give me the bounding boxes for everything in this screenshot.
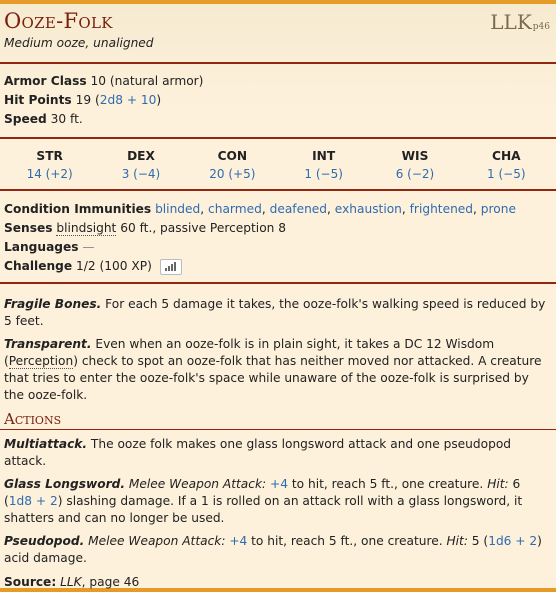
damage-dice-roll[interactable]: 1d6 + 2 bbox=[488, 534, 537, 548]
speed-label: Speed bbox=[4, 112, 47, 126]
condition-link[interactable]: exhaustion bbox=[335, 202, 402, 216]
ability-score-roll[interactable]: 3 (−4) bbox=[95, 165, 186, 183]
source-badge[interactable]: LLK p46 bbox=[490, 10, 550, 34]
bar-chart-icon[interactable] bbox=[159, 258, 182, 275]
ability-str: STR 14 (+2) bbox=[4, 147, 95, 183]
source-page: p46 bbox=[532, 22, 550, 32]
attack-type: Melee Weapon Attack: bbox=[128, 477, 267, 491]
ac-value: 10 (natural armor) bbox=[90, 74, 204, 88]
attack-type: Melee Weapon Attack: bbox=[88, 534, 226, 548]
ability-score-roll[interactable]: 6 (−2) bbox=[369, 165, 460, 183]
hit-rest: ) slashing damage. If a 1 is rolled on a… bbox=[4, 494, 523, 525]
ability-score-roll[interactable]: 1 (−5) bbox=[278, 165, 369, 183]
trait-name: Transparent. bbox=[4, 337, 92, 351]
ability-cha: CHA 1 (−5) bbox=[461, 147, 552, 183]
damage-dice-roll[interactable]: 1d8 + 2 bbox=[9, 494, 58, 508]
challenge-label: Challenge bbox=[4, 259, 73, 273]
condition-link[interactable]: frightened bbox=[410, 202, 473, 216]
attack-bonus-roll[interactable]: +4 bbox=[270, 477, 288, 491]
languages-row: Languages — bbox=[4, 238, 552, 257]
trait-name: Fragile Bones. bbox=[4, 297, 102, 311]
ability-name: CON bbox=[217, 149, 248, 163]
ability-name: DEX bbox=[127, 149, 155, 163]
condition-link[interactable]: charmed bbox=[208, 202, 262, 216]
source-label: Source: bbox=[4, 575, 57, 589]
attack-bonus-roll[interactable]: +4 bbox=[229, 534, 247, 548]
trait-transparent: Transparent. Even when an ooze-folk is i… bbox=[4, 336, 552, 404]
senses-row: Senses blindsight 60 ft., passive Percep… bbox=[4, 219, 552, 238]
senses-label: Senses bbox=[4, 221, 53, 235]
ability-name: CHA bbox=[492, 149, 521, 163]
condition-link[interactable]: deafened bbox=[270, 202, 327, 216]
action-name: Pseudopod. bbox=[4, 534, 85, 548]
actions-block: Multiattack. The ooze folk makes one gla… bbox=[0, 430, 556, 592]
attack-reach: to hit, reach 5 ft., one creature. bbox=[251, 534, 443, 548]
ability-con: CON 20 (+5) bbox=[187, 147, 278, 183]
action-name: Glass Longsword. bbox=[4, 477, 125, 491]
condition-immunities-row: Condition Immunities blinded, charmed, d… bbox=[4, 202, 516, 216]
source-footer: Source: LLK, page 46 bbox=[4, 573, 552, 592]
armor-class-row: Armor Class 10 (natural armor) bbox=[4, 72, 552, 91]
ability-score-roll[interactable]: 14 (+2) bbox=[4, 165, 95, 183]
ability-wis: WIS 6 (−2) bbox=[369, 147, 460, 183]
ac-label: Armor Class bbox=[4, 74, 87, 88]
statblock: Ooze-Folk Medium ooze, unaligned LLK p46… bbox=[0, 0, 556, 592]
ability-score-roll[interactable]: 20 (+5) bbox=[187, 165, 278, 183]
actions-heading: Actions bbox=[0, 410, 556, 430]
action-name: Multiattack. bbox=[4, 437, 88, 451]
condition-link[interactable]: prone bbox=[481, 202, 516, 216]
source-rest: , page 46 bbox=[81, 575, 140, 589]
hit-label: Hit: bbox=[446, 534, 468, 548]
languages-label: Languages bbox=[4, 240, 79, 254]
action-pseudopod: Pseudopod. Melee Weapon Attack: +4 to hi… bbox=[4, 533, 552, 567]
traits-block: Fragile Bones. For each 5 damage it take… bbox=[0, 284, 556, 404]
statblock-header: Ooze-Folk Medium ooze, unaligned LLK p46 bbox=[0, 4, 556, 62]
ability-int: INT 1 (−5) bbox=[278, 147, 369, 183]
basics-block: Armor Class 10 (natural armor) Hit Point… bbox=[0, 64, 556, 137]
perception-link[interactable]: Perception bbox=[8, 354, 74, 369]
ability-name: WIS bbox=[401, 149, 429, 163]
ability-name: INT bbox=[312, 149, 336, 163]
hp-dice-roll[interactable]: 2d8 + 10 bbox=[100, 93, 157, 107]
speed-value: 30 ft. bbox=[50, 112, 83, 126]
hit-points-row: Hit Points 19 (2d8 + 10) bbox=[4, 91, 552, 110]
senses-value: 60 ft., passive Perception 8 bbox=[120, 221, 287, 235]
action-multiattack: Multiattack. The ooze folk makes one gla… bbox=[4, 436, 552, 470]
trait-text: ) check to spot an ooze-folk that has ne… bbox=[4, 354, 542, 402]
hp-value: 19 ( bbox=[75, 93, 100, 107]
action-glass-longsword: Glass Longsword. Melee Weapon Attack: +4… bbox=[4, 476, 552, 527]
source-book[interactable]: LLK bbox=[60, 575, 82, 589]
languages-value: — bbox=[82, 240, 95, 254]
creature-meta: Medium ooze, unaligned bbox=[4, 36, 154, 50]
ability-scores: STR 14 (+2) DEX 3 (−4) CON 20 (+5) INT 1 (−5) WI… bbox=[0, 139, 556, 189]
speed-row: Speed 30 ft. bbox=[4, 110, 552, 129]
hit-label: Hit: bbox=[487, 477, 509, 491]
blindsight-link[interactable]: blindsight bbox=[56, 221, 117, 236]
creature-name: Ooze-Folk bbox=[4, 9, 113, 33]
hp-close: ) bbox=[156, 93, 162, 107]
details-block: Condition Immunities blinded, charmed, d… bbox=[0, 191, 556, 282]
ability-dex: DEX 3 (−4) bbox=[95, 147, 186, 183]
challenge-value: 1/2 (100 XP) bbox=[76, 259, 152, 273]
hp-label: Hit Points bbox=[4, 93, 72, 107]
condition-link[interactable]: blinded bbox=[155, 202, 200, 216]
hit-dmg: 5 ( bbox=[471, 534, 489, 548]
challenge-row: Challenge 1/2 (100 XP) bbox=[4, 257, 552, 276]
ci-label: Condition Immunities bbox=[4, 202, 152, 216]
ability-score-roll[interactable]: 1 (−5) bbox=[461, 165, 552, 183]
ability-name: STR bbox=[36, 149, 63, 163]
source-abbr: LLK bbox=[490, 10, 532, 34]
trait-fragile-bones: Fragile Bones. For each 5 damage it take… bbox=[4, 296, 552, 330]
attack-reach: to hit, reach 5 ft., one creature. bbox=[291, 477, 484, 491]
